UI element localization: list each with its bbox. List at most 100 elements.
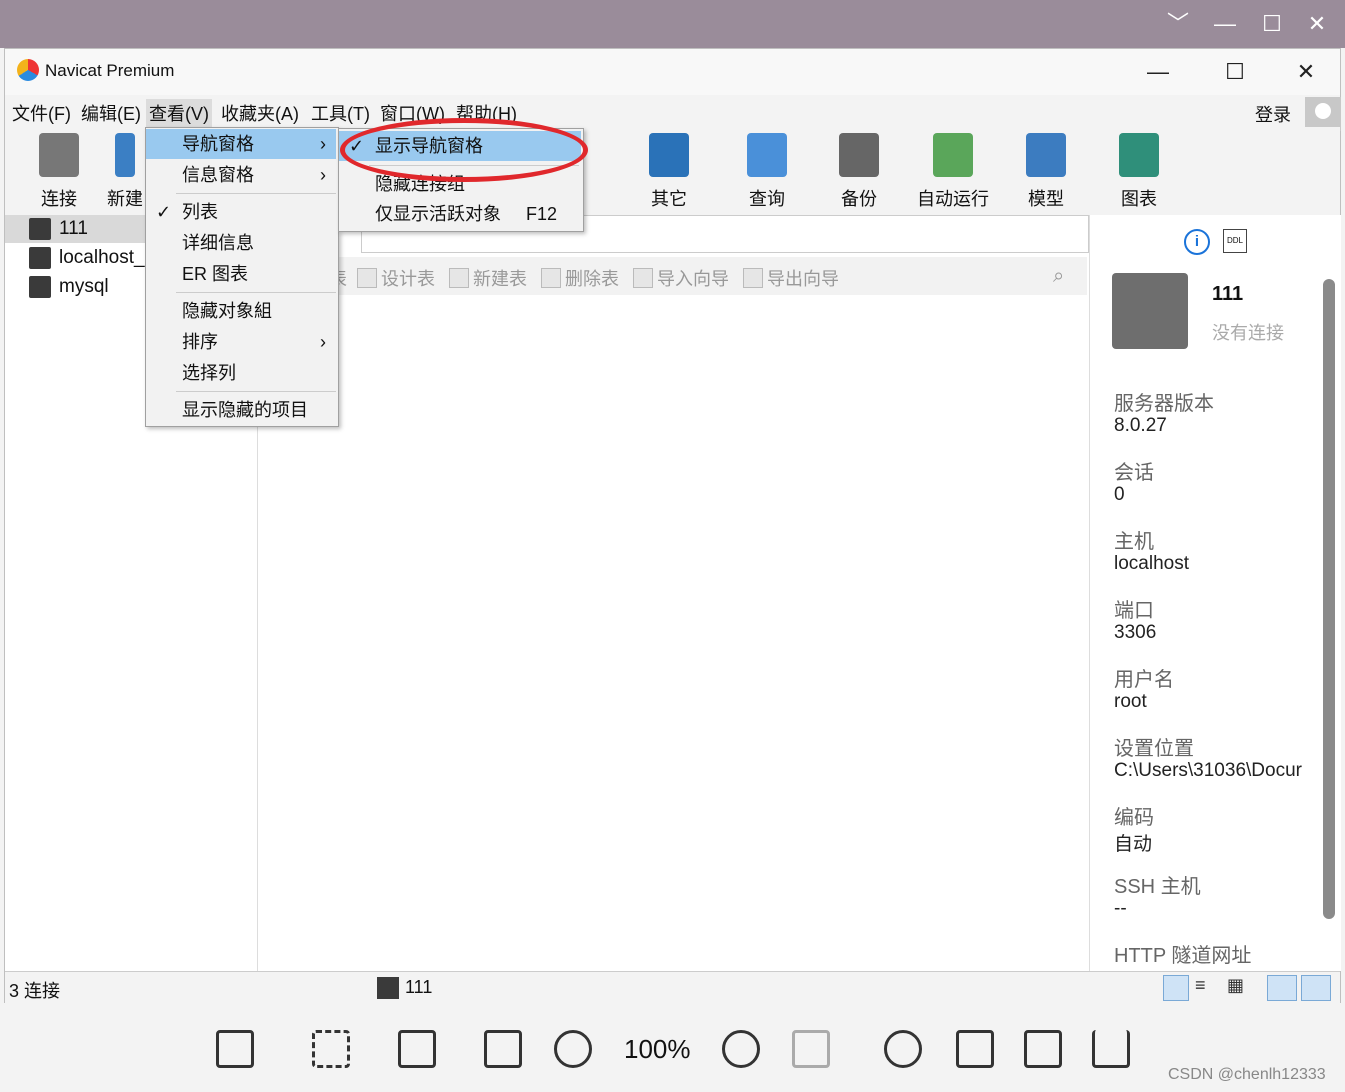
grid-view-icon[interactable]	[1163, 975, 1189, 1001]
layout-icon[interactable]	[216, 1030, 254, 1068]
mysql-dolphin-icon	[29, 247, 51, 269]
query-button[interactable]: 查询	[727, 133, 807, 211]
new-table-icon	[449, 268, 469, 288]
translate-icon[interactable]	[398, 1030, 436, 1068]
session-label: 会话	[1114, 462, 1154, 484]
menu-list[interactable]: ✓ 列表	[146, 197, 336, 227]
current-connection: 111	[405, 977, 433, 997]
zoom-in-icon[interactable]	[722, 1030, 760, 1068]
window-title: Navicat Premium	[45, 61, 175, 80]
info-icon[interactable]: i	[1184, 229, 1210, 255]
download-icon[interactable]	[1092, 1030, 1130, 1068]
chevron-right-icon: ›	[320, 134, 326, 154]
http-tunnel-label: HTTP 隧道网址	[1114, 945, 1252, 967]
watermark: CSDN @chenlh12333	[1168, 1066, 1326, 1083]
connection-state: 没有连接	[1212, 323, 1284, 343]
backup-button[interactable]: 备份	[819, 133, 899, 211]
username-value: root	[1114, 691, 1147, 712]
chart-button[interactable]: 图表	[1099, 133, 1179, 211]
menu-choose-columns[interactable]: 选择列	[146, 358, 336, 388]
menubar: 文件(F) 编辑(E) 查看(V) 收藏夹(A) 工具(T) 窗口(W) 帮助(…	[5, 95, 1340, 127]
connection-count: 3 连接	[9, 981, 61, 1001]
model-icon	[1026, 133, 1066, 177]
menu-show-hidden[interactable]: 显示隐藏的项目	[146, 395, 336, 425]
port-value: 3306	[1114, 622, 1157, 643]
viewer-minimize-button[interactable]: —	[1210, 10, 1240, 38]
import-icon	[633, 268, 653, 288]
menu-hide-groups[interactable]: 隐藏对象組	[146, 296, 336, 326]
statusbar: 3 连接 111 ≡ ▦	[5, 971, 1340, 1004]
viewer-collapse-button[interactable]: ﹀	[1163, 10, 1193, 38]
minimize-button[interactable]: —	[1138, 57, 1178, 87]
checkmark-icon: ✓	[156, 202, 172, 222]
list-view-icon[interactable]: ≡	[1195, 975, 1219, 999]
export-icon	[743, 268, 763, 288]
model-button[interactable]: 模型	[1006, 133, 1086, 211]
actual-size-icon[interactable]	[792, 1030, 830, 1068]
view-menu: 导航窗格 › 信息窗格 › ✓ 列表 详细信息 ER 图表 隐藏对象組 排序 › 选择列…	[145, 127, 339, 427]
rotate-icon[interactable]	[884, 1030, 922, 1068]
crop-icon[interactable]	[1024, 1030, 1062, 1068]
design-table-button[interactable]: 设计表	[357, 265, 435, 291]
menu-separator	[176, 193, 336, 194]
menu-edit[interactable]: 编辑(E)	[78, 99, 144, 127]
menu-separator	[176, 391, 336, 392]
delete-table-button[interactable]: 删除表	[541, 265, 619, 291]
ssh-host-value: --	[1114, 898, 1127, 919]
mysql-dolphin-icon	[29, 276, 51, 298]
zoom-level: 100%	[624, 1034, 691, 1064]
location-label: 设置位置	[1114, 738, 1194, 760]
menu-favorites[interactable]: 收藏夹(A)	[218, 99, 302, 127]
login-link[interactable]: 登录	[1255, 101, 1291, 127]
new-button[interactable]: 新建	[105, 133, 145, 211]
search-icon[interactable]: ⌕	[1053, 265, 1064, 288]
menu-active-only[interactable]: 仅显示活跃对象 F12	[339, 199, 581, 229]
avatar[interactable]	[1305, 97, 1341, 131]
location-value: C:\Users\31036\Docur	[1114, 760, 1302, 781]
plug-icon	[39, 133, 79, 177]
menu-er-diagram[interactable]: ER 图表	[146, 259, 336, 289]
new-table-button[interactable]: 新建表	[449, 265, 527, 291]
toggle-nav-pane-icon[interactable]	[1267, 975, 1297, 1001]
zoom-out-icon[interactable]	[554, 1030, 592, 1068]
menu-info-pane[interactable]: 信息窗格 ›	[146, 160, 336, 190]
other-button[interactable]: 其它	[629, 133, 709, 211]
server-version-value: 8.0.27	[1114, 415, 1167, 436]
import-wizard-button[interactable]: 导入向导	[633, 265, 729, 291]
encoding-value: 自动	[1114, 834, 1153, 855]
menu-tools[interactable]: 工具(T)	[308, 99, 373, 127]
delete-table-icon	[541, 268, 561, 288]
viewer-titlebar	[0, 0, 1345, 48]
maximize-button[interactable]: ☐	[1215, 57, 1255, 87]
menu-view[interactable]: 查看(V)	[146, 99, 212, 127]
menu-sort[interactable]: 排序 ›	[146, 327, 336, 357]
close-button[interactable]: ✕	[1286, 57, 1326, 87]
object-pane	[261, 215, 1087, 971]
menu-nav-pane[interactable]: 导航窗格 ›	[146, 129, 336, 159]
fullscreen-icon[interactable]	[484, 1030, 522, 1068]
menu-separator	[176, 292, 336, 293]
menu-file[interactable]: 文件(F)	[9, 99, 74, 127]
query-icon	[747, 133, 787, 177]
connect-button[interactable]: 连接	[19, 133, 99, 211]
ddl-icon[interactable]: DDL	[1223, 229, 1247, 253]
info-pane: i DDL 111 没有连接 服务器版本 8.0.27 会话 0 主机 loca…	[1089, 215, 1341, 971]
menu-detail[interactable]: 详细信息	[146, 228, 336, 258]
fit-icon[interactable]	[312, 1030, 350, 1068]
toggle-info-pane-icon[interactable]	[1301, 975, 1331, 1001]
window-titlebar: Navicat Premium — ☐ ✕	[5, 49, 1340, 95]
port-label: 端口	[1114, 600, 1154, 622]
navicat-logo-icon	[17, 59, 39, 81]
edit-icon[interactable]	[956, 1030, 994, 1068]
viewer-close-button[interactable]: ✕	[1302, 10, 1332, 38]
chevron-right-icon: ›	[320, 165, 326, 185]
shortcut-label: F12	[525, 204, 557, 224]
auto-run-button[interactable]: 自动运行	[905, 133, 1001, 211]
object-toolbar: 表 设计表 新建表 删除表 导入向导 导出向导 ⌕	[261, 257, 1087, 295]
detail-view-icon[interactable]: ▦	[1227, 975, 1251, 999]
info-scrollbar[interactable]	[1323, 279, 1335, 919]
viewer-maximize-button[interactable]: ☐	[1257, 10, 1287, 38]
tools-icon	[649, 133, 689, 177]
server-version-label: 服务器版本	[1114, 393, 1214, 415]
export-wizard-button[interactable]: 导出向导	[743, 265, 839, 291]
